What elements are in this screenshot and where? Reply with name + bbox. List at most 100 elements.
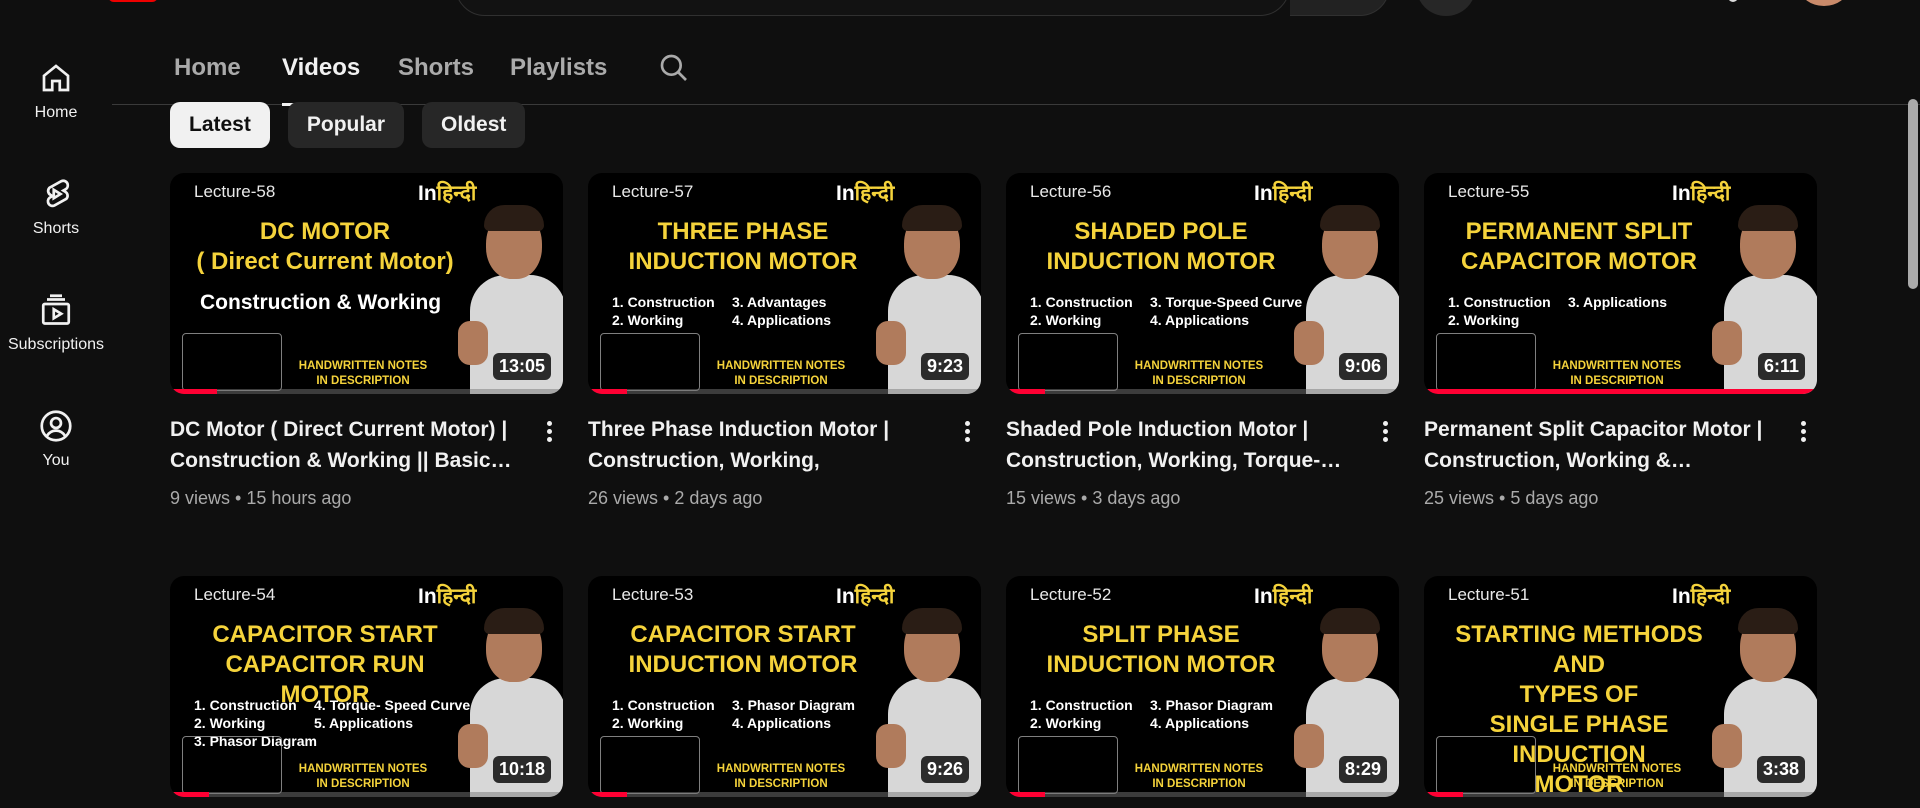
video-age: 15 hours ago	[246, 488, 352, 508]
sidebar-item-home[interactable]: Home	[0, 40, 112, 156]
video-title[interactable]: Permanent Split Capacitor Motor | Constr…	[1424, 414, 1777, 476]
thumbnail-diagram-illustration	[1018, 736, 1118, 794]
thumbnail-notes-label: HANDWRITTEN NOTES IN DESCRIPTION	[716, 763, 846, 790]
thumbnail-points-left: 1. Construction 2. Working	[612, 697, 715, 731]
chip-popular[interactable]: Popular	[287, 102, 405, 148]
channel-search-button[interactable]	[658, 52, 694, 88]
video-card: Lecture-56 Inहिन्दी SHADED POLE INDUCTION …	[1006, 173, 1399, 509]
video-thumbnail[interactable]: Lecture-52 Inहिन्दी SPLIT PHASE INDUCTION …	[1006, 576, 1399, 797]
more-options-icon[interactable]	[537, 418, 561, 448]
sidebar: Home Shorts Subscriptions You	[0, 40, 112, 504]
watch-progress-bar	[1006, 792, 1046, 797]
watch-progress-track	[588, 389, 981, 394]
video-thumbnail[interactable]: Lecture-53 Inहिन्दी CAPACITOR START INDUCT…	[588, 576, 981, 797]
scrollbar[interactable]	[1905, 96, 1920, 808]
video-duration-badge: 9:26	[920, 756, 969, 783]
video-views: 25 views	[1424, 488, 1495, 508]
tab-home[interactable]: Home	[174, 54, 241, 105]
video-stats: 26 views • 2 days ago	[588, 488, 763, 508]
video-title[interactable]: Shaded Pole Induction Motor | Constructi…	[1006, 414, 1359, 476]
thumbnail-language-label: Inहिन्दी	[418, 582, 476, 610]
video-card: Lecture-58 Inहिन्दी DC MOTOR ( Direct Curr…	[170, 173, 563, 509]
video-card: Lecture-55 Inहिन्दी PERMANENT SPLIT CAPACI…	[1424, 173, 1817, 509]
video-thumbnail[interactable]: Lecture-58 Inहिन्दी DC MOTOR ( Direct Curr…	[170, 173, 563, 394]
watch-progress-bar	[170, 389, 218, 394]
video-thumbnail[interactable]: Lecture-57 Inहिन्दी THREE PHASE INDUCTION …	[588, 173, 981, 394]
video-meta: Three Phase Induction Motor | Constructi…	[588, 414, 981, 509]
thumbnail-notes-label: HANDWRITTEN NOTES IN DESCRIPTION	[716, 360, 846, 387]
chip-oldest[interactable]: Oldest	[422, 102, 526, 148]
video-card: Lecture-51 Inहिन्दी STARTING METHODS AND T…	[1424, 576, 1817, 797]
video-stats: 15 views • 3 days ago	[1006, 488, 1181, 508]
video-duration-badge: 9:06	[1338, 353, 1387, 380]
watch-progress-bar	[170, 792, 210, 797]
thumbnail-language-prefix: In	[418, 585, 437, 608]
sort-chips: Latest Popular Oldest	[170, 102, 526, 148]
video-title[interactable]: DC Motor ( Direct Current Motor) | Const…	[170, 414, 523, 476]
more-options-icon[interactable]	[955, 418, 979, 448]
watch-progress-bar	[1006, 389, 1046, 394]
thumbnail-language-label: Inहिन्दी	[836, 179, 894, 207]
chip-latest[interactable]: Latest	[170, 102, 270, 148]
thumbnail-points-right: 3. Applications	[1568, 294, 1668, 310]
thumbnail-diagram-illustration	[1436, 333, 1536, 391]
avatar[interactable]	[1800, 0, 1848, 6]
search-icon	[660, 54, 687, 81]
thumbnail-lecture-label: Lecture-53	[612, 585, 694, 604]
sidebar-item-you[interactable]: You	[0, 388, 112, 504]
thumbnail-language: हिन्दी	[436, 585, 477, 608]
search-button[interactable]	[1290, 0, 1390, 16]
thumbnail-lecture-label: Lecture-58	[194, 182, 276, 201]
thumbnail-title: PERMANENT SPLIT CAPACITOR MOTOR	[1460, 218, 1697, 275]
video-title[interactable]: Three Phase Induction Motor | Constructi…	[588, 414, 941, 476]
more-options-icon[interactable]	[1373, 418, 1397, 448]
video-age: 3 days ago	[1092, 488, 1181, 508]
video-card: Lecture-53 Inहिन्दी CAPACITOR START INDUCT…	[588, 576, 981, 797]
sidebar-item-label: Home	[34, 104, 78, 121]
tab-shorts[interactable]: Shorts	[398, 54, 474, 105]
video-card: Lecture-52 Inहिन्दी SPLIT PHASE INDUCTION …	[1006, 576, 1399, 797]
video-stats: 25 views • 5 days ago	[1424, 488, 1599, 508]
tab-playlists[interactable]: Playlists	[510, 54, 607, 105]
thumbnail-language-prefix: In	[418, 182, 437, 205]
thumbnail-title: SHADED POLE INDUCTION MOTOR	[1046, 218, 1276, 275]
thumbnail-notes-label: HANDWRITTEN NOTES IN DESCRIPTION	[1552, 360, 1682, 387]
video-thumbnail[interactable]: Lecture-56 Inहिन्दी SHADED POLE INDUCTION …	[1006, 173, 1399, 394]
sidebar-item-shorts[interactable]: Shorts	[0, 156, 112, 272]
video-thumbnail[interactable]: Lecture-55 Inहिन्दी PERMANENT SPLIT CAPACI…	[1424, 173, 1817, 394]
video-views: 15 views	[1006, 488, 1077, 508]
more-options-icon[interactable]	[1791, 418, 1815, 448]
video-card: Lecture-57 Inहिन्दी THREE PHASE INDUCTION …	[588, 173, 981, 509]
scrollbar-thumb[interactable]	[1908, 99, 1918, 289]
thumbnail-title: CAPACITOR START INDUCTION MOTOR	[628, 621, 858, 678]
you-icon	[40, 410, 72, 442]
shorts-icon	[46, 179, 70, 208]
thumbnail-language-prefix: In	[836, 182, 855, 205]
video-thumbnail[interactable]: Lecture-51 Inहिन्दी STARTING METHODS AND T…	[1424, 576, 1817, 797]
thumbnail-lecture-label: Lecture-55	[1448, 182, 1530, 201]
watch-progress-bar	[588, 792, 628, 797]
sidebar-item-label: Shorts	[32, 220, 80, 237]
thumbnail-diagram-illustration	[182, 333, 282, 391]
youtube-logo-icon[interactable]	[108, 0, 158, 2]
thumbnail-language-prefix: In	[836, 585, 855, 608]
thumbnail-notes-label: HANDWRITTEN NOTES IN DESCRIPTION	[1552, 763, 1682, 790]
thumbnail-title: SPLIT PHASE INDUCTION MOTOR	[1046, 621, 1276, 678]
thumbnail-language-prefix: In	[1672, 585, 1691, 608]
thumbnail-points-right: 3. Advantages 4. Applications	[732, 294, 832, 328]
thumbnail-points-left: 1. Construction 2. Working	[1030, 294, 1133, 328]
thumbnail-language-label: Inहिन्दी	[418, 179, 476, 207]
voice-search-button[interactable]	[1416, 0, 1476, 16]
thumbnail-language: हिन्दी	[1272, 182, 1313, 205]
home-icon	[42, 64, 70, 92]
search-input[interactable]	[455, 0, 1290, 16]
video-meta: Shaded Pole Induction Motor | Constructi…	[1006, 414, 1399, 509]
notifications-icon[interactable]	[1728, 0, 1738, 2]
sidebar-item-subscriptions[interactable]: Subscriptions	[0, 272, 112, 388]
thumbnail-language: हिन्दी	[1690, 585, 1731, 608]
thumbnail-language-label: Inहिन्दी	[1254, 179, 1312, 207]
tab-videos[interactable]: Videos	[282, 54, 361, 106]
video-views: 9 views	[170, 488, 231, 508]
video-duration-badge: 8:29	[1338, 756, 1387, 783]
video-thumbnail[interactable]: Lecture-54 Inहिन्दी CAPACITOR START CAPACI…	[170, 576, 563, 797]
